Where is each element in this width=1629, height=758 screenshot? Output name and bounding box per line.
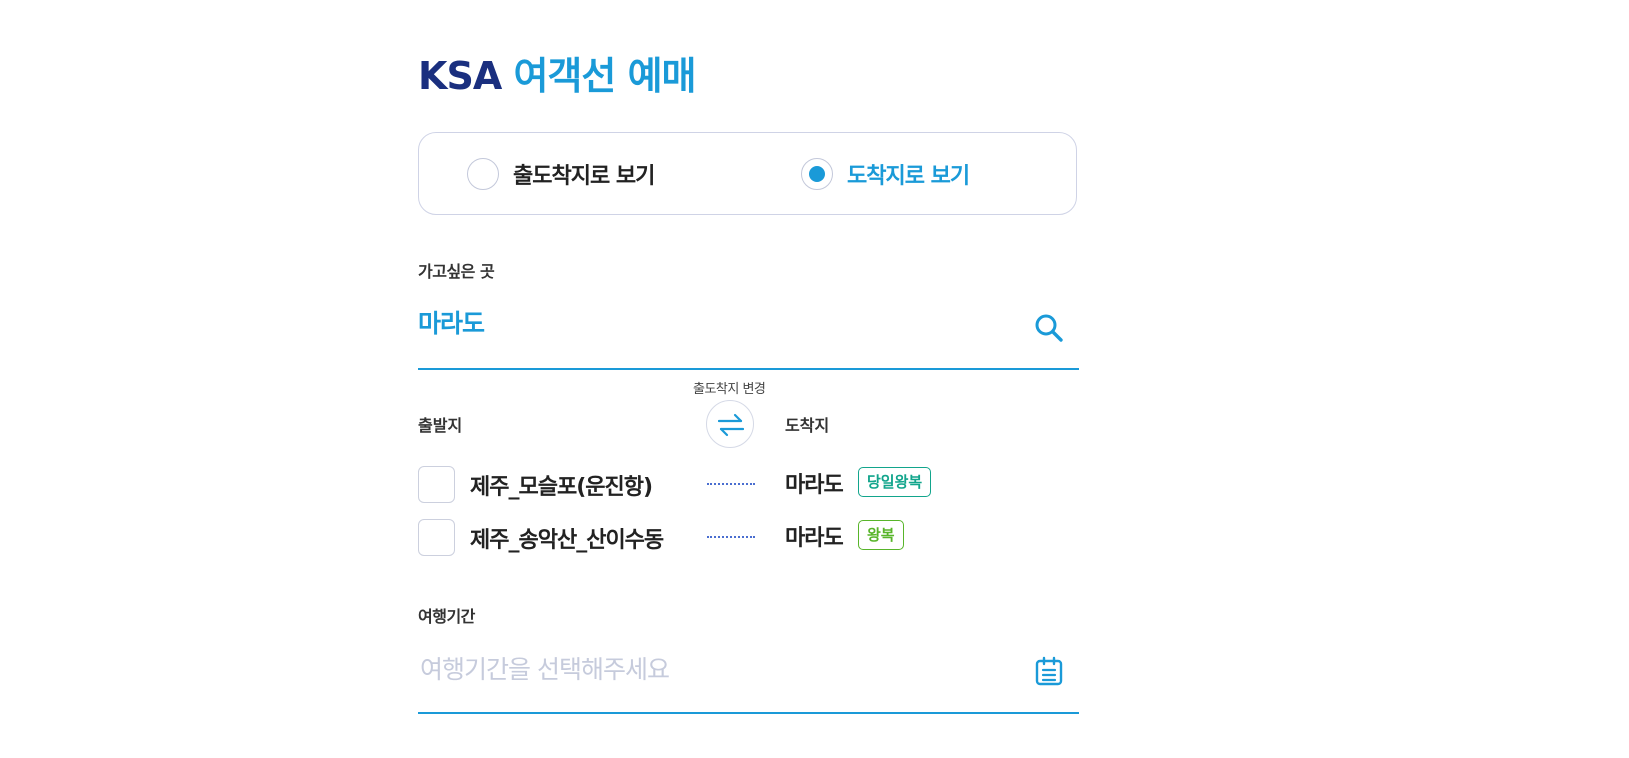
swap-arrows-icon [718, 413, 744, 437]
route-origin: 제주_송악산_산이수동 [470, 528, 664, 553]
destination-value[interactable]: 마라도 [418, 304, 485, 340]
search-icon[interactable] [1033, 312, 1065, 344]
swap-caption: 출도착지 변경 [693, 382, 766, 397]
view-option-route[interactable]: 출도착지로 보기 [467, 157, 655, 191]
route-type-badge: 당일왕복 [858, 467, 932, 497]
radio-unchecked-icon[interactable] [467, 158, 499, 190]
radio-checked-icon[interactable] [801, 158, 833, 190]
page-title: KSA 여객선 예매 [418, 45, 697, 100]
brand-name: KSA [418, 54, 502, 98]
view-mode-toggle: 출도착지로 보기 도착지로 보기 [418, 132, 1077, 215]
route-row[interactable]: 제주_모슬포(운진항) 마라도 당일왕복 [418, 465, 1079, 503]
travel-period-placeholder[interactable]: 여행기간을 선택해주세요 [420, 650, 670, 686]
destination-label: 가고싶은 곳 [418, 262, 495, 281]
route-row[interactable]: 제주_송악산_산이수동 마라도 왕복 [418, 518, 1079, 556]
view-option-destination[interactable]: 도착지로 보기 [801, 157, 970, 191]
page-title-text: 여객선 예매 [513, 54, 696, 98]
route-origin: 제주_모슬포(운진항) [470, 475, 653, 500]
destination-column-label: 도착지 [785, 416, 830, 435]
destination-field[interactable]: 마라도 [418, 296, 1079, 370]
route-connector [707, 483, 755, 485]
route-type-badge: 왕복 [858, 520, 904, 550]
calendar-icon[interactable] [1034, 656, 1064, 686]
swap-direction-button[interactable] [706, 400, 754, 448]
travel-period-label: 여행기간 [418, 607, 475, 626]
route-destination: 마라도 [785, 473, 844, 498]
travel-period-field[interactable]: 여행기간을 선택해주세요 [418, 642, 1079, 714]
origin-column-label: 출발지 [418, 416, 463, 435]
route-checkbox[interactable] [418, 519, 455, 556]
view-option-destination-label: 도착지로 보기 [847, 164, 970, 189]
view-option-route-label: 출도착지로 보기 [513, 164, 655, 189]
route-connector [707, 536, 755, 538]
route-destination: 마라도 [785, 526, 844, 551]
route-checkbox[interactable] [418, 466, 455, 503]
